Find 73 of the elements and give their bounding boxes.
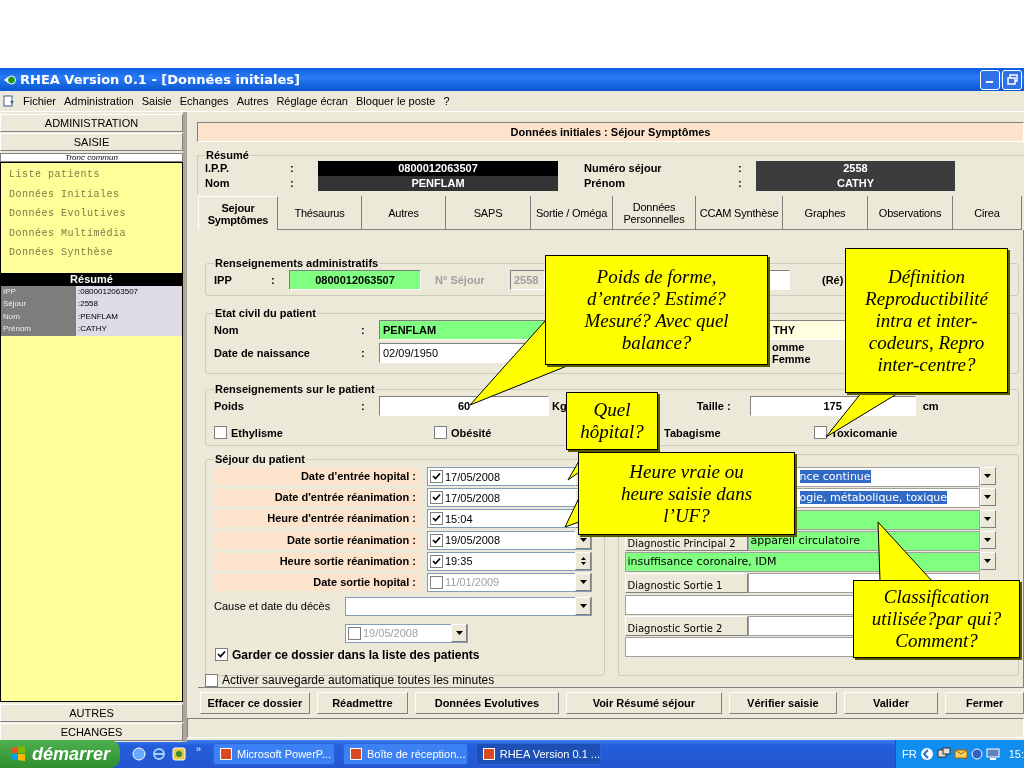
- checkbox-label: Activer sauvegarde automatique toutes les minutes: [222, 673, 495, 687]
- field-label: Nom: [205, 176, 231, 191]
- colon: :: [290, 161, 295, 176]
- group-title: Etat civil du patient: [214, 308, 317, 319]
- date-value: 17/05/2008: [444, 491, 502, 504]
- radio-label: omme: [772, 341, 806, 353]
- combo-value: ogie, métabolique, toxique: [799, 491, 948, 505]
- field-label: (Ré): [822, 273, 844, 286]
- field-label: Poids: [214, 399, 245, 412]
- date-value: 19:35: [444, 555, 474, 568]
- summary-value: :CATHY: [76, 323, 182, 336]
- checkbox-label: Obésité: [451, 426, 492, 439]
- field-label: Heure sortie réanimation :: [214, 552, 420, 570]
- annotation-tooltip: Définition Reproductibilité intra et inter-codeurs, Repro inter-centre?: [845, 248, 1008, 393]
- annotation-tooltip: Heure vraie ou heure saisie dans l’UF?: [578, 452, 795, 535]
- summary-value: 0800012063507: [318, 161, 558, 176]
- colon: :: [271, 273, 276, 286]
- clock: 15:: [1008, 748, 1024, 760]
- annotation-tooltip: Poids de forme, d’entrée? Estimé? Mesuré? Avec quel balance?: [545, 255, 768, 365]
- field-label: Prénom: [584, 176, 626, 191]
- checkbox-label: Tabagisme: [664, 426, 721, 439]
- combo-value: appareil circulatoire: [750, 533, 860, 547]
- summary-label: Prénom: [1, 323, 76, 336]
- field-label: Heure d'entrée réanimation :: [214, 510, 420, 528]
- group-title: Renseignements administratifs: [214, 258, 380, 269]
- date-value: 19/05/2008: [362, 627, 420, 640]
- field-label: Numéro séjour: [584, 161, 663, 176]
- unit-label: cm: [922, 399, 939, 412]
- field-label: Diagnostic Sortie 1: [624, 573, 748, 594]
- group-title: Résumé: [205, 150, 250, 161]
- date-value: 19/05/2008: [444, 534, 502, 547]
- field-label: I.P.P.: [205, 161, 231, 176]
- colon: :: [361, 323, 366, 336]
- task-label: Microsoft PowerP...: [237, 748, 331, 760]
- summary-value: 2558: [756, 161, 955, 176]
- date-value: 11/01/2009: [444, 576, 501, 589]
- task-label: RHEA Version 0.1 ...: [499, 748, 600, 760]
- field-label: N° Séjour: [435, 273, 486, 286]
- field-label: Diagnostic Sortie 2: [624, 616, 748, 637]
- field-label: Date sortie hopital :: [214, 573, 420, 591]
- summary-value: CATHY: [756, 176, 955, 191]
- checkbox-label: Ethylisme: [231, 426, 283, 439]
- date-value: 15:04: [444, 512, 474, 525]
- start-label: démarrer: [32, 743, 111, 765]
- field-label: Taille :: [696, 399, 732, 412]
- date-value: 17/05/2008: [444, 470, 502, 483]
- task-label: Boîte de réception...: [367, 748, 466, 760]
- colon: :: [361, 347, 366, 359]
- combo-value: nce continue: [799, 470, 871, 483]
- group-title: Séjour du patient: [214, 454, 306, 465]
- unit-label: Kg: [552, 399, 567, 412]
- checkbox-label: Toxicomanie: [831, 426, 898, 439]
- summary-header: Résumé: [1, 272, 182, 286]
- radio-label: Femme: [772, 353, 811, 365]
- field-label: Date de naissance: [214, 347, 311, 359]
- combo-value: insuffisance coronaire, IDM: [627, 555, 777, 569]
- checkbox-label: Garder ce dossier dans la liste des patients: [232, 647, 480, 662]
- colon: :: [738, 176, 743, 191]
- field-label: Date d'entrée hopital :: [214, 468, 420, 485]
- field-label: Cause et date du décès: [214, 600, 332, 613]
- window-title: RHEA Version 0.1 - [Données initiales]: [20, 72, 301, 88]
- field-label: IPP: [214, 273, 233, 286]
- field-label: Date sortie réanimation :: [214, 531, 420, 549]
- field-label: Date d'entrée réanimation :: [214, 489, 420, 507]
- summary-value: :2558: [76, 298, 182, 311]
- summary-value: PENFLAM: [318, 176, 558, 191]
- colon: :: [738, 161, 743, 176]
- field-label: Nom: [214, 323, 240, 336]
- summary-label: Séjour: [1, 298, 76, 311]
- group-title: Renseignements sur le patient: [214, 384, 376, 395]
- colon: :: [290, 176, 295, 191]
- colon: :: [361, 399, 366, 412]
- page-header: Données initiales : Séjour Symptômes: [197, 122, 1024, 142]
